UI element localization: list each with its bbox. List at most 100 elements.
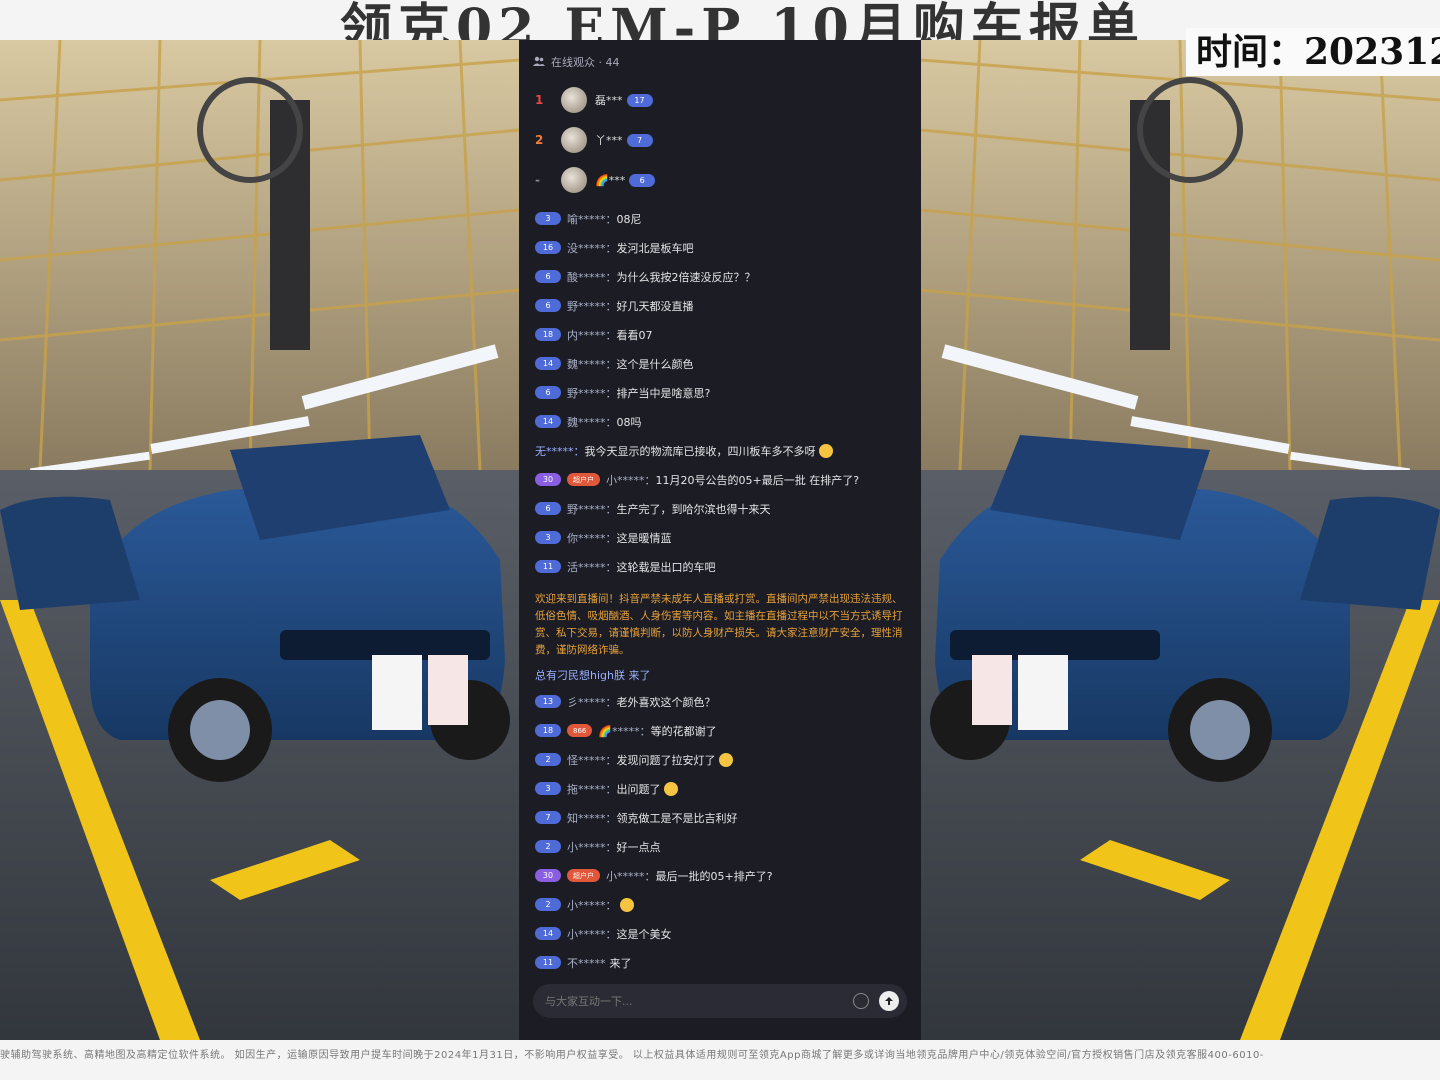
chat-message[interactable]: 3 喻*****： 08尼 <box>535 204 915 233</box>
level-badge: 2 <box>535 898 561 911</box>
fan-club-badge: 866 <box>567 724 593 737</box>
avatar[interactable] <box>561 127 587 153</box>
factory-image-left <box>0 40 519 1040</box>
rank-number: - <box>535 173 540 187</box>
audience-header[interactable]: 在线观众 · 44 <box>533 54 620 70</box>
level-badge: 30 <box>535 869 561 882</box>
ranking-row[interactable]: 2 丫*** 7 <box>519 120 921 160</box>
emoji-picker-icon[interactable] <box>853 993 869 1009</box>
ranking-row[interactable]: 1 磊*** 17 <box>519 80 921 120</box>
chat-text: 这个是什么颜色 <box>616 357 694 371</box>
level-badge: 14 <box>535 415 561 428</box>
chat-message[interactable]: 2 怪*****： 发现问题了拉安灯了 <box>535 745 915 774</box>
chat-username: 魏*****： <box>567 415 617 429</box>
chat-username: 小*****： <box>567 898 617 912</box>
chat-message[interactable]: 14 小*****： 这是个美女 <box>535 919 915 948</box>
chat-text: 看看07 <box>616 328 653 342</box>
chat-message[interactable]: 7 知*****： 领克做工是不是比吉利好 <box>535 803 915 832</box>
chat-message[interactable]: 6 野*****： 生产完了，到哈尔滨也得十来天 <box>535 494 915 523</box>
level-badge: 3 <box>535 531 561 544</box>
chat-message[interactable]: 无*****： 我今天显示的物流库已接收，四川板车多不多呀 <box>535 436 915 465</box>
chat-text: 11月20号公告的05+最后一批 在排产了? <box>655 473 860 487</box>
chat-text: 为什么我按2倍速没反应？？ <box>616 270 756 284</box>
rank-number: 2 <box>535 133 544 147</box>
chat-username: 野*****： <box>567 386 617 400</box>
video-title: 领克02 EM-P 10月购车报单 <box>340 0 1145 40</box>
avatar[interactable] <box>561 167 587 193</box>
chat-username: 魏*****： <box>567 357 617 371</box>
chat-message[interactable]: 14 魏*****： 这个是什么颜色 <box>535 349 915 378</box>
send-button[interactable] <box>879 991 899 1011</box>
level-badge: 3 <box>535 782 561 795</box>
level-badge: 2 <box>535 840 561 853</box>
fan-club-badge: 超户户 <box>567 473 600 486</box>
chat-username: 彡*****： <box>567 695 617 709</box>
level-badge: 11 <box>535 956 561 969</box>
chat-username: 小*****： <box>567 927 617 941</box>
chat-message[interactable]: 6 野*****： 好几天都没直播 <box>535 291 915 320</box>
chat-message[interactable]: 2 小*****： <box>535 890 915 919</box>
level-badge: 6 <box>535 502 561 515</box>
chat-text: 排产当中是啥意思? <box>616 386 711 400</box>
chat-text: 领克做工是不是比吉利好 <box>616 811 738 825</box>
chat-username: 怪*****： <box>567 753 617 767</box>
factory-scene-right <box>921 40 1440 1040</box>
enter-notice: 总有刁民想high朕 来了 <box>535 669 651 682</box>
chat-message[interactable]: 3 你*****： 这是暖情蓝 <box>535 523 915 552</box>
chat-username: 小*****： <box>567 840 617 854</box>
factory-scene-left <box>0 40 519 1040</box>
level-badge: 13 <box>535 695 561 708</box>
chat-message[interactable]: 2 小*****： 好一点点 <box>535 832 915 861</box>
chat-message[interactable]: 30 超户户 小*****： 最后一批的05+排产了? <box>535 861 915 890</box>
fan-club-badge: 超户户 <box>567 869 600 882</box>
level-badge: 18 <box>535 328 561 341</box>
audience-ranking: 1 磊*** 17 2 丫*** 7 - 🌈*** 6 <box>519 80 921 200</box>
emoji-icon <box>663 781 678 796</box>
chat-username: 无*****： <box>535 444 585 458</box>
level-badge: 17 <box>626 93 653 107</box>
chat-message[interactable]: 6 野*****： 排产当中是啥意思? <box>535 378 915 407</box>
chat-username: 知*****： <box>567 811 617 825</box>
level-badge: 6 <box>535 299 561 312</box>
emoji-icon <box>818 443 833 458</box>
chat-text: 08尼 <box>616 212 642 226</box>
chat-message[interactable]: 14 魏*****： 08吗 <box>535 407 915 436</box>
chat-message[interactable]: 3 拖*****： 出问题了 <box>535 774 915 803</box>
ranking-row[interactable]: - 🌈*** 6 <box>519 160 921 200</box>
chat-text: 这是暖情蓝 <box>616 531 672 545</box>
chat-text: 发现问题了拉安灯了 <box>616 753 716 767</box>
chat-text: 这轮载是出口的车吧 <box>616 560 716 574</box>
chat-message[interactable]: 13 彡*****： 老外喜欢这个颜色？ <box>535 687 915 716</box>
chat-message[interactable]: 18 内*****： 看看07 <box>535 320 915 349</box>
chat-message-list: 3 喻*****： 08尼 16 没*****： 发河北是板车吧 6 酸*****： 为什么… <box>535 204 915 977</box>
chat-username: 不***** <box>567 956 606 970</box>
level-badge: 11 <box>535 560 561 573</box>
audience-count: 在线观众 · 44 <box>551 56 620 69</box>
chat-username: 野*****： <box>567 502 617 516</box>
level-badge: 30 <box>535 473 561 486</box>
chat-message[interactable]: 11 活*****： 这轮载是出口的车吧 <box>535 552 915 581</box>
chat-text: 我今天显示的物流库已接收，四川板车多不多呀 <box>584 444 816 458</box>
chat-text: 好几天都没直播 <box>616 299 694 313</box>
chat-message[interactable]: 18 866 🌈*****： 等的花都谢了 <box>535 716 915 745</box>
chat-text: 发河北是板车吧 <box>616 241 694 255</box>
chat-text: 生产完了，到哈尔滨也得十来天 <box>616 502 771 516</box>
chat-message[interactable]: 6 酸*****： 为什么我按2倍速没反应？？ <box>535 262 915 291</box>
level-badge: 2 <box>535 753 561 766</box>
disclaimer-text: 驶辅助驾驶系统、高精地图及高精定位软件系统。 如因生产，运输原因导致用户提车时间… <box>0 1050 1264 1061</box>
level-badge: 16 <box>535 241 561 254</box>
rank-number: 1 <box>535 93 544 107</box>
chat-message[interactable]: 30 超户户 小*****： 11月20号公告的05+最后一批 在排产了? <box>535 465 915 494</box>
ranking-username: 丫*** <box>595 134 623 147</box>
chat-text: 这是个美女 <box>616 927 672 941</box>
chat-input-bar <box>533 984 907 1018</box>
ranking-username: 🌈*** <box>595 173 626 187</box>
chat-username: 喻*****： <box>567 212 617 226</box>
avatar[interactable] <box>561 87 587 113</box>
chat-username: 野*****： <box>567 299 617 313</box>
chat-username: 酸*****： <box>567 270 617 284</box>
chat-message[interactable]: 11 不***** 来了 <box>535 948 915 977</box>
chat-message[interactable]: 16 没*****： 发河北是板车吧 <box>535 233 915 262</box>
chat-input[interactable] <box>533 993 853 1009</box>
time-label: 时间：202312 <box>1186 28 1440 76</box>
